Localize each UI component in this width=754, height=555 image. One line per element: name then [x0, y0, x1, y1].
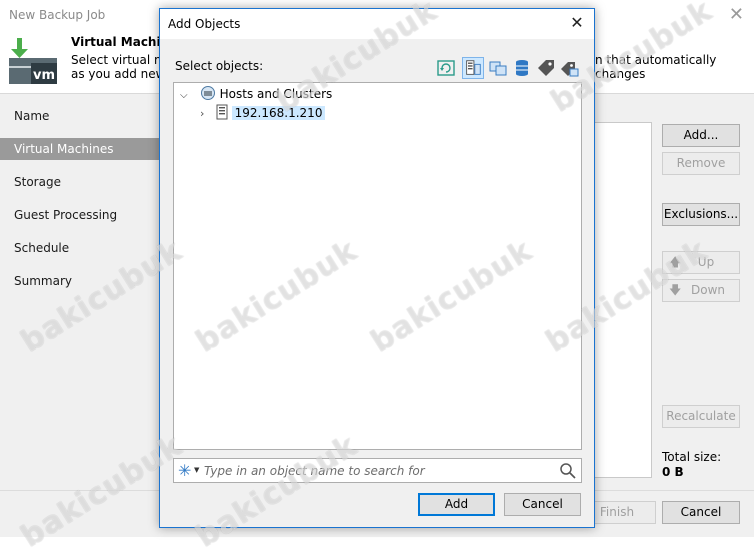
object-tree[interactable]: ⌵ Hosts and Clusters › 192.168.1.210 — [173, 82, 582, 450]
down-button[interactable]: 🡇 Down — [662, 279, 740, 302]
host-server-icon — [216, 104, 228, 120]
tree-node-hosts-and-clusters[interactable]: ⌵ Hosts and Clusters — [180, 85, 332, 103]
tree-label-host: 192.168.1.210 — [231, 106, 326, 120]
add-button[interactable]: Add — [418, 493, 495, 516]
description-line1: Select virtual ma — [71, 53, 174, 67]
exclusions-button[interactable]: Exclusions... — [662, 203, 740, 226]
vm-tags-view-icon[interactable] — [558, 57, 580, 79]
select-objects-label: Select objects: — [175, 59, 264, 73]
wizard-nav: Name Virtual Machines Storage Guest Proc… — [0, 94, 160, 490]
window-title: New Backup Job — [9, 8, 106, 22]
hosts-and-clusters-view-icon[interactable] — [462, 57, 484, 79]
tags-view-icon[interactable] — [535, 57, 557, 79]
wizard-cancel-button[interactable]: Cancel — [662, 501, 740, 524]
tree-label-hosts-and-clusters: Hosts and Clusters — [219, 87, 333, 101]
nav-item-guest-processing[interactable]: Guest Processing — [0, 204, 160, 226]
search-box: ✳ ▼ — [173, 458, 582, 483]
nav-item-summary[interactable]: Summary — [0, 270, 160, 292]
up-button[interactable]: 🡅 Up — [662, 251, 740, 274]
chevron-right-icon[interactable]: › — [200, 105, 212, 123]
arrow-up-icon: 🡅 — [669, 255, 682, 269]
tree-node-host[interactable]: › 192.168.1.210 — [200, 104, 326, 123]
svg-text:vm: vm — [33, 68, 55, 83]
search-icon[interactable] — [559, 462, 577, 480]
vm-backup-icon: vm — [9, 38, 57, 84]
vms-and-templates-view-icon[interactable] — [487, 57, 509, 79]
dialog-close-icon[interactable]: ✕ — [566, 13, 588, 35]
nav-item-virtual-machines[interactable]: Virtual Machines — [0, 138, 160, 160]
search-input[interactable] — [204, 462, 554, 479]
up-button-label: Up — [697, 255, 715, 269]
recalculate-button[interactable]: Recalculate — [662, 405, 740, 428]
dialog-title: Add Objects — [168, 17, 241, 31]
nav-item-name[interactable]: Name — [0, 105, 160, 127]
vm-list[interactable] — [594, 122, 652, 478]
refresh-icon[interactable] — [435, 57, 457, 79]
window-close-icon[interactable]: ✕ — [729, 4, 744, 25]
add-vm-button[interactable]: Add... — [662, 124, 740, 147]
search-filter-icon[interactable]: ✳ — [178, 461, 191, 480]
down-button-label: Down — [690, 283, 725, 297]
remove-button[interactable]: Remove — [662, 152, 740, 175]
total-size-label: Total size: — [662, 450, 722, 464]
cancel-button[interactable]: Cancel — [504, 493, 581, 516]
vcenter-icon — [200, 86, 215, 100]
datastores-view-icon[interactable] — [511, 57, 533, 79]
filter-dropdown-icon[interactable]: ▼ — [194, 466, 199, 474]
nav-item-schedule[interactable]: Schedule — [0, 237, 160, 259]
dialog-titlebar: Add Objects ✕ — [160, 9, 594, 39]
description-line1-right: n that automatically changes — [595, 53, 717, 81]
nav-item-storage[interactable]: Storage — [0, 171, 160, 193]
add-objects-dialog: Add Objects ✕ Select objects: ⌵ Hosts an… — [159, 8, 595, 528]
chevron-down-icon[interactable]: ⌵ — [180, 87, 192, 105]
arrow-down-icon: 🡇 — [669, 283, 682, 297]
total-size-value: 0 B — [662, 465, 684, 479]
